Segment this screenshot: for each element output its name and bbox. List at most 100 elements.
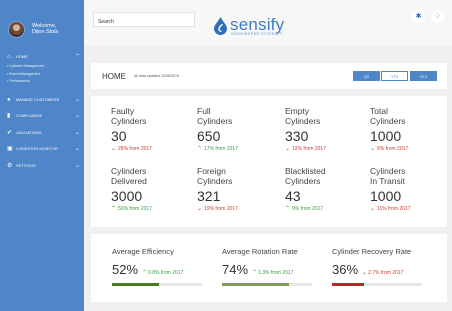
stat-value: 3000 (111, 188, 143, 204)
range-ytd-button[interactable]: YTD (381, 71, 408, 81)
document-icon: ▮ (7, 113, 11, 120)
progress-fill (112, 283, 159, 286)
subnav-item-event-management[interactable]: • Event Management (7, 71, 84, 79)
notification-bell-icon[interactable]: ♢ (431, 10, 444, 23)
stat-change: ⌄ 12% from 2017 (285, 145, 326, 153)
stat-value: 43 (285, 188, 301, 204)
avg-label: Average Rotation Rate (222, 247, 298, 256)
chevron-up-icon: ⌃ (285, 206, 291, 212)
sidebar-item-manage-customers[interactable]: ● MANAGE CUSTOMERS ⌄ (0, 92, 84, 109)
gear-icon: ⚙ (7, 162, 13, 169)
recovery-progress-bar (332, 283, 422, 286)
progress-fill (222, 283, 289, 286)
user-name: Dijon Stols (32, 29, 59, 35)
avg-change: ⌃0.8% from 2017 (142, 270, 184, 276)
rotation-progress-bar (222, 283, 312, 286)
monitor-icon: ▣ (7, 146, 13, 153)
bluetooth-icon[interactable]: ✱ (412, 10, 425, 23)
home-subnav: • Cylinder Management • Event Management… (0, 63, 84, 86)
search-input[interactable] (93, 12, 195, 27)
chevron-down-icon[interactable]: ⌄ (75, 130, 80, 136)
user-profile[interactable]: Welcome, Dijon Stols (0, 0, 84, 44)
stat-card: Faulty Cylinders 30 ⌄ 28% from 2017 (111, 106, 191, 153)
stat-card: Cylinders Delivered 3000 ⌃ 50% from 2017 (111, 166, 191, 213)
stat-card: Blacklisted Cylinders 43 ⌃ 9% from 2017 (285, 166, 365, 213)
stat-value: 321 (197, 188, 221, 204)
chevron-up-icon: ⌃ (252, 270, 258, 276)
user-icon: ● (7, 96, 11, 103)
chevron-down-icon: ⌄ (370, 206, 376, 212)
home-bar: HOME All data updated 23/08/2019 QR YTD … (91, 63, 447, 89)
sidebar-nav: ⌂ HOME ⌃ • Cylinder Management • Event M… (0, 51, 84, 174)
sidebar-item-compliance[interactable]: ▮ COMPLIANCE ⌄ (0, 108, 84, 125)
chevron-down-icon[interactable]: ⌄ (75, 113, 80, 119)
stat-change: ⌃ 9% from 2017 (285, 205, 324, 213)
brand-logo[interactable]: sensify GATEKEEPER SYSTEM™ (213, 15, 285, 36)
stat-card: Full Cylinders 650 ⌃ 17% from 2017 (197, 106, 277, 153)
stat-change: ⌄ 8% from 2017 (370, 145, 409, 153)
sidebar: Welcome, Dijon Stols ⌂ HOME ⌃ • Cylinder… (0, 0, 84, 311)
stat-label: Total Cylinders (370, 106, 406, 126)
chevron-up-icon: ⌃ (197, 146, 203, 152)
drop-icon (214, 17, 227, 35)
top-header: sensify GATEKEEPER SYSTEM™ ✱ ♢ (84, 0, 452, 46)
avg-value: 36% (332, 262, 359, 277)
stat-label: Cylinders In Transit (370, 166, 406, 186)
data-updated-note: All data updated 23/08/2019 (134, 74, 179, 78)
sidebar-item-validations[interactable]: ✔ VALIDATIONS ⌄ (0, 125, 84, 142)
avatar[interactable] (8, 20, 25, 38)
stat-change: ⌃ 50% from 2017 (111, 205, 152, 213)
avg-value: 74% (222, 262, 249, 277)
check-circle-icon: ✔ (7, 129, 13, 136)
brand-name: sensify (230, 15, 285, 34)
cylinder-recovery-rate: Cylinder Recovery Rate 36% ⌄2.7% from 20… (332, 247, 411, 277)
sidebar-item-home[interactable]: ⌂ HOME ⌃ (0, 51, 84, 63)
chevron-up-icon[interactable]: ⌃ (75, 54, 80, 60)
chevron-down-icon[interactable]: ⌄ (75, 163, 80, 169)
stat-label: Faulty Cylinders (111, 106, 147, 126)
stat-card: Cylinders In Transit 1000 ⌄ 11% from 2017 (370, 166, 450, 213)
stat-label: Blacklisted Cylinders (285, 166, 326, 186)
stat-value: 330 (285, 128, 309, 144)
avg-label: Average Efficiency (112, 247, 174, 256)
stat-value: 30 (111, 128, 127, 144)
sidebar-item-condition-monitor[interactable]: ▣ CONDITION MONITOR ⌄ (0, 141, 84, 158)
efficiency-progress-bar (112, 283, 202, 286)
page-title: HOME (102, 72, 126, 81)
subnav-item-performance[interactable]: • Performance (7, 78, 84, 86)
avg-change: ⌃1.3% from 2017 (252, 270, 294, 276)
stat-change: ⌄ 11% from 2017 (370, 205, 411, 213)
avg-value: 52% (112, 262, 139, 277)
stat-value: 650 (197, 128, 221, 144)
sidebar-item-label: HOME (16, 55, 28, 59)
stat-change: ⌄ 19% from 2017 (197, 205, 238, 213)
stat-label: Cylinders Delivered (111, 166, 147, 186)
subnav-item-cylinder-management[interactable]: • Cylinder Management (7, 63, 84, 71)
range-mtd-button[interactable]: MTD (410, 71, 437, 81)
stat-card: Total Cylinders 1000 ⌄ 8% from 2017 (370, 106, 450, 153)
chevron-down-icon[interactable]: ⌄ (75, 97, 80, 103)
range-qr-button[interactable]: QR (353, 71, 380, 81)
chevron-down-icon: ⌄ (111, 146, 117, 152)
stat-change: ⌄ 28% from 2017 (111, 145, 152, 153)
chevron-down-icon: ⌄ (362, 270, 368, 276)
avg-label: Cylinder Recovery Rate (332, 247, 412, 256)
stat-value: 1000 (370, 188, 402, 204)
stat-change: ⌃ 17% from 2017 (197, 145, 238, 153)
chevron-down-icon: ⌄ (285, 146, 291, 152)
progress-fill (332, 283, 365, 286)
stat-card: Empty Cylinders 330 ⌄ 12% from 2017 (285, 106, 365, 153)
stat-card: Foreign Cylinders 321 ⌄ 19% from 2017 (197, 166, 277, 213)
average-rotation-rate: Average Rotation Rate 74% ⌃1.3% from 201… (222, 247, 298, 277)
stat-value: 1000 (370, 128, 402, 144)
chevron-down-icon[interactable]: ⌄ (75, 146, 80, 152)
stat-label: Full Cylinders (197, 106, 233, 126)
averages-panel: Average Efficiency 52% ⌃0.8% from 2017 A… (91, 234, 447, 302)
chevron-down-icon: ⌄ (370, 146, 376, 152)
chevron-up-icon: ⌃ (142, 270, 148, 276)
stat-label: Empty Cylinders (285, 106, 321, 126)
home-icon: ⌂ (7, 54, 11, 60)
cylinder-stats-panel: Faulty Cylinders 30 ⌄ 28% from 2017 Full Cy… (91, 96, 447, 227)
sidebar-item-settings[interactable]: ⚙ SETTINGS ⌄ (0, 158, 84, 175)
average-efficiency: Average Efficiency 52% ⌃0.8% from 2017 (112, 247, 183, 277)
